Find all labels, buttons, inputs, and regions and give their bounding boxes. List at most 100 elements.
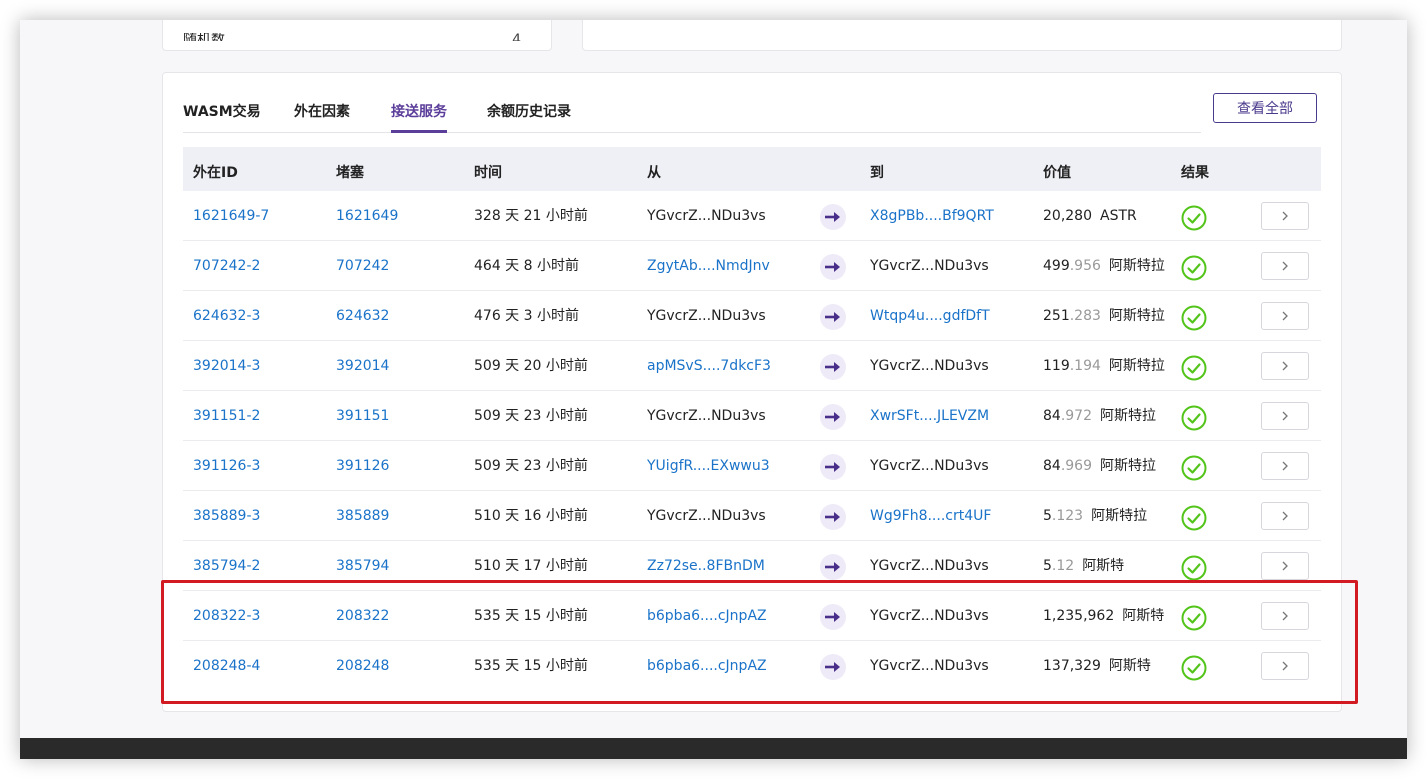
extrinsic-id-link[interactable]: 391126-3	[193, 458, 260, 474]
to-address[interactable]: XwrSFt....JLEVZM	[870, 408, 989, 424]
to-address[interactable]: Wg9Fh8....crt4UF	[870, 508, 991, 524]
value-decimal: .972	[1060, 408, 1092, 424]
value-unit: 阿斯特拉	[1091, 508, 1148, 524]
table-row: 707242-2 707242 464 天 8 小时前 ZgytAb....NmdJn…	[183, 241, 1321, 291]
transfer-value: 1,235,962 阿斯特	[1043, 608, 1164, 624]
check-circle-icon	[1181, 505, 1207, 531]
to-address[interactable]: Wtqp4u....gdfDfT	[870, 308, 990, 324]
value-unit: 阿斯特	[1082, 558, 1125, 574]
to-address: YGvcrZ...NDu3vs	[870, 658, 989, 674]
transfer-value: 84.972 阿斯特拉	[1043, 408, 1156, 424]
row-detail-button[interactable]	[1261, 352, 1309, 380]
row-detail-button[interactable]	[1261, 502, 1309, 530]
from-address[interactable]: b6pba6....cJnpAZ	[647, 658, 767, 674]
value-decimal: .283	[1069, 308, 1101, 324]
extrinsic-id-link[interactable]: 1621649-7	[193, 208, 269, 224]
transfer-value: 20,280 ASTR	[1043, 208, 1137, 224]
table-body: 1621649-7 1621649 328 天 21 小时前 YGvcrZ...NDu…	[183, 191, 1321, 691]
value-integer: 251	[1043, 308, 1070, 324]
block-link[interactable]: 208322	[336, 608, 389, 624]
block-link[interactable]: 391126	[336, 458, 389, 474]
to-address: YGvcrZ...NDu3vs	[870, 358, 989, 374]
tab-transfers[interactable]: 接送服务	[391, 101, 447, 133]
from-address: YGvcrZ...NDu3vs	[647, 508, 766, 524]
row-detail-button[interactable]	[1261, 402, 1309, 430]
extrinsic-id-link[interactable]: 707242-2	[193, 258, 260, 274]
extrinsic-id-link[interactable]: 391151-2	[193, 408, 260, 424]
time-ago: 510 天 16 小时前	[474, 508, 588, 524]
from-address: YGvcrZ...NDu3vs	[647, 408, 766, 424]
row-detail-button[interactable]	[1261, 452, 1309, 480]
extrinsic-id-link[interactable]: 624632-3	[193, 308, 260, 324]
from-address: YGvcrZ...NDu3vs	[647, 208, 766, 224]
chevron-right-icon	[1281, 311, 1289, 321]
extrinsic-id-link[interactable]: 385794-2	[193, 558, 260, 574]
arrow-right-icon	[820, 504, 846, 530]
value-integer: 119	[1043, 358, 1070, 374]
chevron-right-icon	[1281, 211, 1289, 221]
summary-label: 随机数	[183, 33, 225, 41]
check-circle-icon	[1181, 655, 1207, 681]
arrow-right-icon	[820, 454, 846, 480]
table-row: 391126-3 391126 509 天 23 小时前 YUigfR....EXww…	[183, 441, 1321, 491]
extrinsic-id-link[interactable]: 392014-3	[193, 358, 260, 374]
row-detail-button[interactable]	[1261, 302, 1309, 330]
time-ago: 509 天 23 小时前	[474, 458, 588, 474]
to-address: YGvcrZ...NDu3vs	[870, 608, 989, 624]
transfer-value: 137,329 阿斯特	[1043, 658, 1151, 674]
view-all-button[interactable]: 查看全部	[1213, 93, 1317, 123]
row-detail-button[interactable]	[1261, 252, 1309, 280]
from-address[interactable]: YUigfR....EXwwu3	[647, 458, 770, 474]
tab-wasm-transactions[interactable]: WASM交易	[183, 101, 261, 130]
check-circle-icon	[1181, 255, 1207, 281]
transfer-value: 251.283 阿斯特拉	[1043, 308, 1165, 324]
value-integer: 20,280	[1043, 208, 1092, 224]
table-row: 385889-3 385889 510 天 16 小时前 YGvcrZ...NDu3v…	[183, 491, 1321, 541]
value-decimal: .956	[1069, 258, 1101, 274]
table-row: 208322-3 208322 535 天 15 小时前 b6pba6....cJnp…	[183, 591, 1321, 641]
value-decimal: .12	[1051, 558, 1075, 574]
block-link[interactable]: 624632	[336, 308, 389, 324]
value-decimal: .969	[1060, 458, 1092, 474]
to-address: YGvcrZ...NDu3vs	[870, 258, 989, 274]
extrinsic-id-link[interactable]: 208248-4	[193, 658, 260, 674]
value-unit: 阿斯特拉	[1100, 458, 1156, 474]
check-circle-icon	[1181, 605, 1207, 631]
col-header-value: 价值	[1043, 165, 1071, 181]
arrow-right-icon	[820, 404, 846, 430]
to-address[interactable]: X8gPBb....Bf9QRT	[870, 208, 994, 224]
table-header: 外在ID 堵塞 时间 从 到 价值 结果	[183, 147, 1321, 191]
table-row: 208248-4 208248 535 天 15 小时前 b6pba6....cJnp…	[183, 641, 1321, 691]
table-row: 391151-2 391151 509 天 23 小时前 YGvcrZ...NDu3v…	[183, 391, 1321, 441]
extrinsic-id-link[interactable]: 208322-3	[193, 608, 260, 624]
block-link[interactable]: 385889	[336, 508, 389, 524]
extrinsic-id-link[interactable]: 385889-3	[193, 508, 260, 524]
from-address[interactable]: apMSvS....7dkcF3	[647, 358, 771, 374]
value-decimal: .194	[1069, 358, 1101, 374]
row-detail-button[interactable]	[1261, 202, 1309, 230]
block-link[interactable]: 391151	[336, 408, 389, 424]
block-link[interactable]: 208248	[336, 658, 389, 674]
chevron-right-icon	[1281, 661, 1289, 671]
block-link[interactable]: 1621649	[336, 208, 398, 224]
block-link[interactable]: 392014	[336, 358, 389, 374]
value-integer: 84	[1043, 458, 1061, 474]
value-integer: 499	[1043, 258, 1070, 274]
from-address[interactable]: Zz72se..8FBnDM	[647, 558, 765, 574]
row-detail-button[interactable]	[1261, 652, 1309, 680]
block-link[interactable]: 385794	[336, 558, 389, 574]
to-address: YGvcrZ...NDu3vs	[870, 558, 989, 574]
block-link[interactable]: 707242	[336, 258, 389, 274]
value-integer: 137,329	[1043, 658, 1101, 674]
tab-balance-history[interactable]: 余额历史记录	[487, 101, 571, 130]
table-row: 392014-3 392014 509 天 20 小时前 apMSvS....7dkc…	[183, 341, 1321, 391]
chevron-right-icon	[1281, 511, 1289, 521]
row-detail-button[interactable]	[1261, 552, 1309, 580]
from-address[interactable]: ZgytAb....NmdJnv	[647, 258, 770, 274]
arrow-right-icon	[820, 554, 846, 580]
tab-extrinsics[interactable]: 外在因素	[294, 101, 350, 130]
value-integer: 1,235,962	[1043, 608, 1115, 624]
from-address[interactable]: b6pba6....cJnpAZ	[647, 608, 767, 624]
row-detail-button[interactable]	[1261, 602, 1309, 630]
value-decimal: .123	[1051, 508, 1084, 524]
